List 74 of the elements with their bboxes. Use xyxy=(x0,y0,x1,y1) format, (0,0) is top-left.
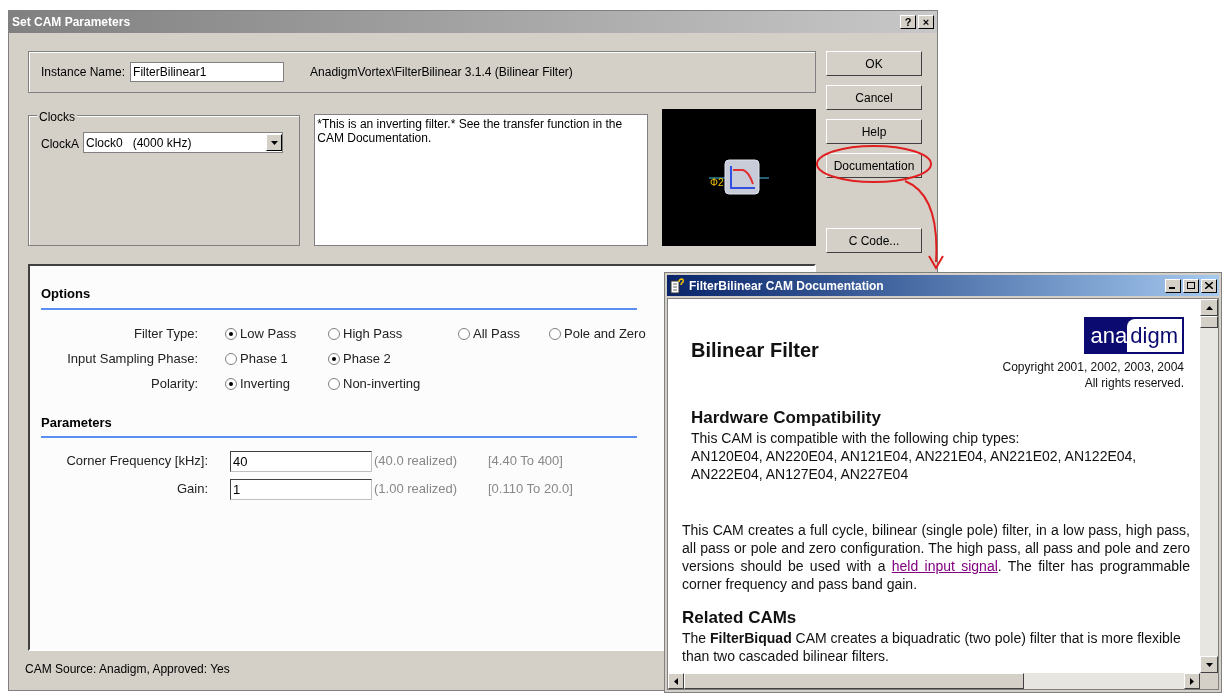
section-heading: Related CAMs xyxy=(682,607,798,629)
radio-label: Low Pass xyxy=(240,324,297,343)
compatibility-text: AN120E04, AN220E04, AN121E04, AN221E04, AN221E02, AN122E04, xyxy=(691,447,1138,465)
description-box: *This is an inverting filter.* See the transfer function in the CAM Documentation. xyxy=(314,114,649,246)
radio-button[interactable] xyxy=(225,327,237,340)
radio-label: Non-inverting xyxy=(343,374,421,393)
parameter-field[interactable]: 1 xyxy=(230,478,372,500)
vertical-scrollbar[interactable] xyxy=(1200,299,1218,673)
compatibility-text: AN222E04, AN127E04, AN227E04 xyxy=(691,465,910,483)
window-title: FilterBilinear CAM Documentation xyxy=(689,277,884,295)
held-input-signal-link[interactable]: held input signal xyxy=(891,558,998,574)
radio-button[interactable] xyxy=(328,377,340,390)
title-bar-button[interactable]: × xyxy=(918,15,934,29)
scroll-thumb[interactable] xyxy=(684,673,1024,689)
instance-label: Instance Name: xyxy=(41,64,126,81)
dialog-button[interactable]: Cancel xyxy=(826,85,922,110)
scroll-left-icon xyxy=(674,677,678,685)
clock-dropdown[interactable]: Clock0 (4000 kHz) xyxy=(83,132,283,153)
radio-button[interactable] xyxy=(328,352,340,365)
option-label: Polarity: xyxy=(150,374,198,393)
phase-label: Φ2 xyxy=(710,177,724,188)
status-text: CAM Source: Anadigm, Approved: Yes xyxy=(25,661,231,678)
maximize-icon xyxy=(1187,282,1195,289)
horizontal-scrollbar[interactable] xyxy=(668,673,1200,689)
instance-name-field[interactable]: FilterBilinear1 xyxy=(130,62,285,82)
radio-label: Pole and Zero xyxy=(564,324,646,343)
dialog-button[interactable]: Help xyxy=(826,119,922,144)
minimize-button[interactable] xyxy=(1165,278,1181,293)
option-label: Input Sampling Phase: xyxy=(66,349,198,368)
close-icon xyxy=(1205,282,1213,289)
parameter-label: Corner Frequency [kHz]: xyxy=(65,452,208,471)
dialog-button[interactable]: C Code... xyxy=(826,228,922,253)
radio-label: Inverting xyxy=(240,374,290,393)
radio-button[interactable] xyxy=(458,327,470,340)
section-heading: Parameters xyxy=(41,413,112,432)
scroll-down-icon xyxy=(1205,662,1213,667)
description-paragraph: This CAM creates a full cycle, bilinear (single pole) filter, in a low pass, high pass, all pass or pole and zero configuration. The high pass, all pass and pole and zero versions should be used with a held input signal. The filter has programmable corner frequency and pass band gain. xyxy=(682,521,1190,593)
copyright-text: Copyright 2001, 2002, 2003, 2004 xyxy=(1002,359,1184,375)
radio-button[interactable] xyxy=(225,352,237,365)
maximize-button[interactable] xyxy=(1183,278,1199,293)
title-bar-button[interactable]: ? xyxy=(900,15,916,29)
radio-label: Phase 2 xyxy=(343,349,391,368)
radio-label: High Pass xyxy=(343,324,403,343)
compatibility-text: This CAM is compatible with the following chip types: xyxy=(691,429,1021,447)
window-title: Set CAM Parameters xyxy=(12,14,131,31)
radio-label: Phase 1 xyxy=(240,349,288,368)
parameter-label: Gain: xyxy=(175,480,208,499)
copyright-text: All rights reserved. xyxy=(1084,375,1184,391)
scroll-up-icon xyxy=(1205,305,1213,310)
radio-button[interactable] xyxy=(328,327,340,340)
clock-label: ClockA xyxy=(41,136,79,153)
realized-value: (1.00 realized) xyxy=(374,480,459,499)
company-logo: anadigm xyxy=(1083,317,1184,354)
radio-label: All Pass xyxy=(473,324,520,343)
radio-button[interactable] xyxy=(225,377,237,390)
related-text: The FilterBiquad CAM creates a biquadratic (two pole) filter that is more flexible than two cascaded bilinear filters. xyxy=(682,629,1182,665)
option-label: Filter Type: xyxy=(132,324,198,343)
scroll-thumb[interactable] xyxy=(1200,316,1218,328)
dialog-button[interactable]: OK xyxy=(826,51,922,76)
realized-value: (40.0 realized) xyxy=(374,452,459,471)
radio-button[interactable] xyxy=(549,327,561,340)
help-document-icon xyxy=(669,277,685,294)
page-heading: Bilinear Filter xyxy=(691,341,819,363)
cam-path: AnadigmVortex\FilterBilinear 3.1.4 (Bilinear Filter) xyxy=(310,64,573,81)
dialog-button[interactable]: Documentation xyxy=(826,153,922,178)
dropdown-arrow-icon xyxy=(270,140,278,145)
section-heading: Options xyxy=(41,285,91,303)
parameter-range: [0.110 To 20.0] xyxy=(488,480,573,499)
close-button[interactable] xyxy=(1201,278,1217,293)
parameter-range: [4.40 To 400] xyxy=(488,452,563,471)
parameter-field[interactable]: 40 xyxy=(230,450,372,472)
scroll-right-icon xyxy=(1190,677,1194,685)
filter-symbol-icon xyxy=(709,157,769,198)
section-heading: Hardware Compatibility xyxy=(691,407,882,429)
